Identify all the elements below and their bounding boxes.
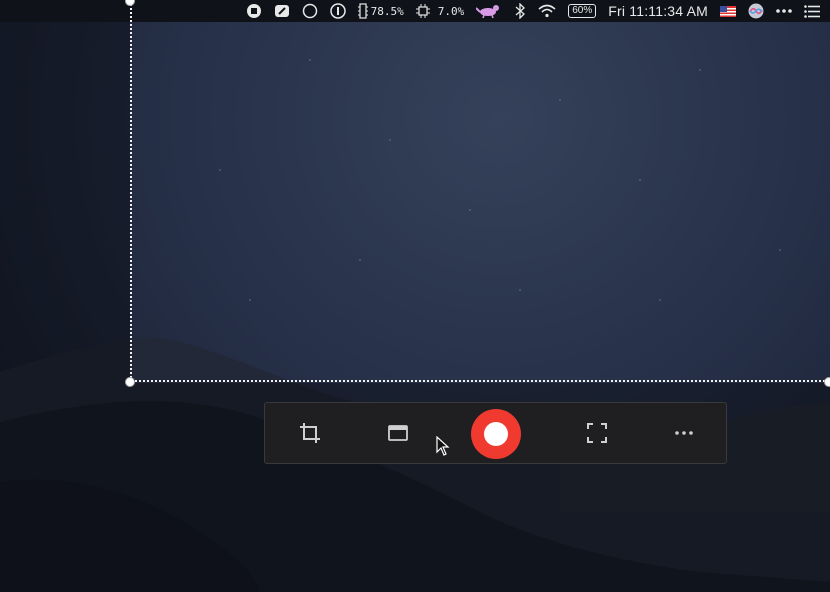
- more-options-icon[interactable]: [659, 403, 709, 463]
- record-button[interactable]: [471, 409, 521, 459]
- capture-selection-region[interactable]: [130, 0, 829, 382]
- mouse-pointer-icon: [436, 436, 450, 456]
- selection-handle-bottom-left[interactable]: [125, 377, 135, 387]
- fullscreen-icon[interactable]: [572, 403, 622, 463]
- unselected-area-left: [0, 0, 130, 592]
- capture-toolbar: [264, 402, 727, 464]
- record-icon: [484, 422, 508, 446]
- crop-icon[interactable]: [285, 403, 335, 463]
- selection-handle-bottom-right[interactable]: [824, 377, 830, 387]
- window-icon[interactable]: [373, 403, 423, 463]
